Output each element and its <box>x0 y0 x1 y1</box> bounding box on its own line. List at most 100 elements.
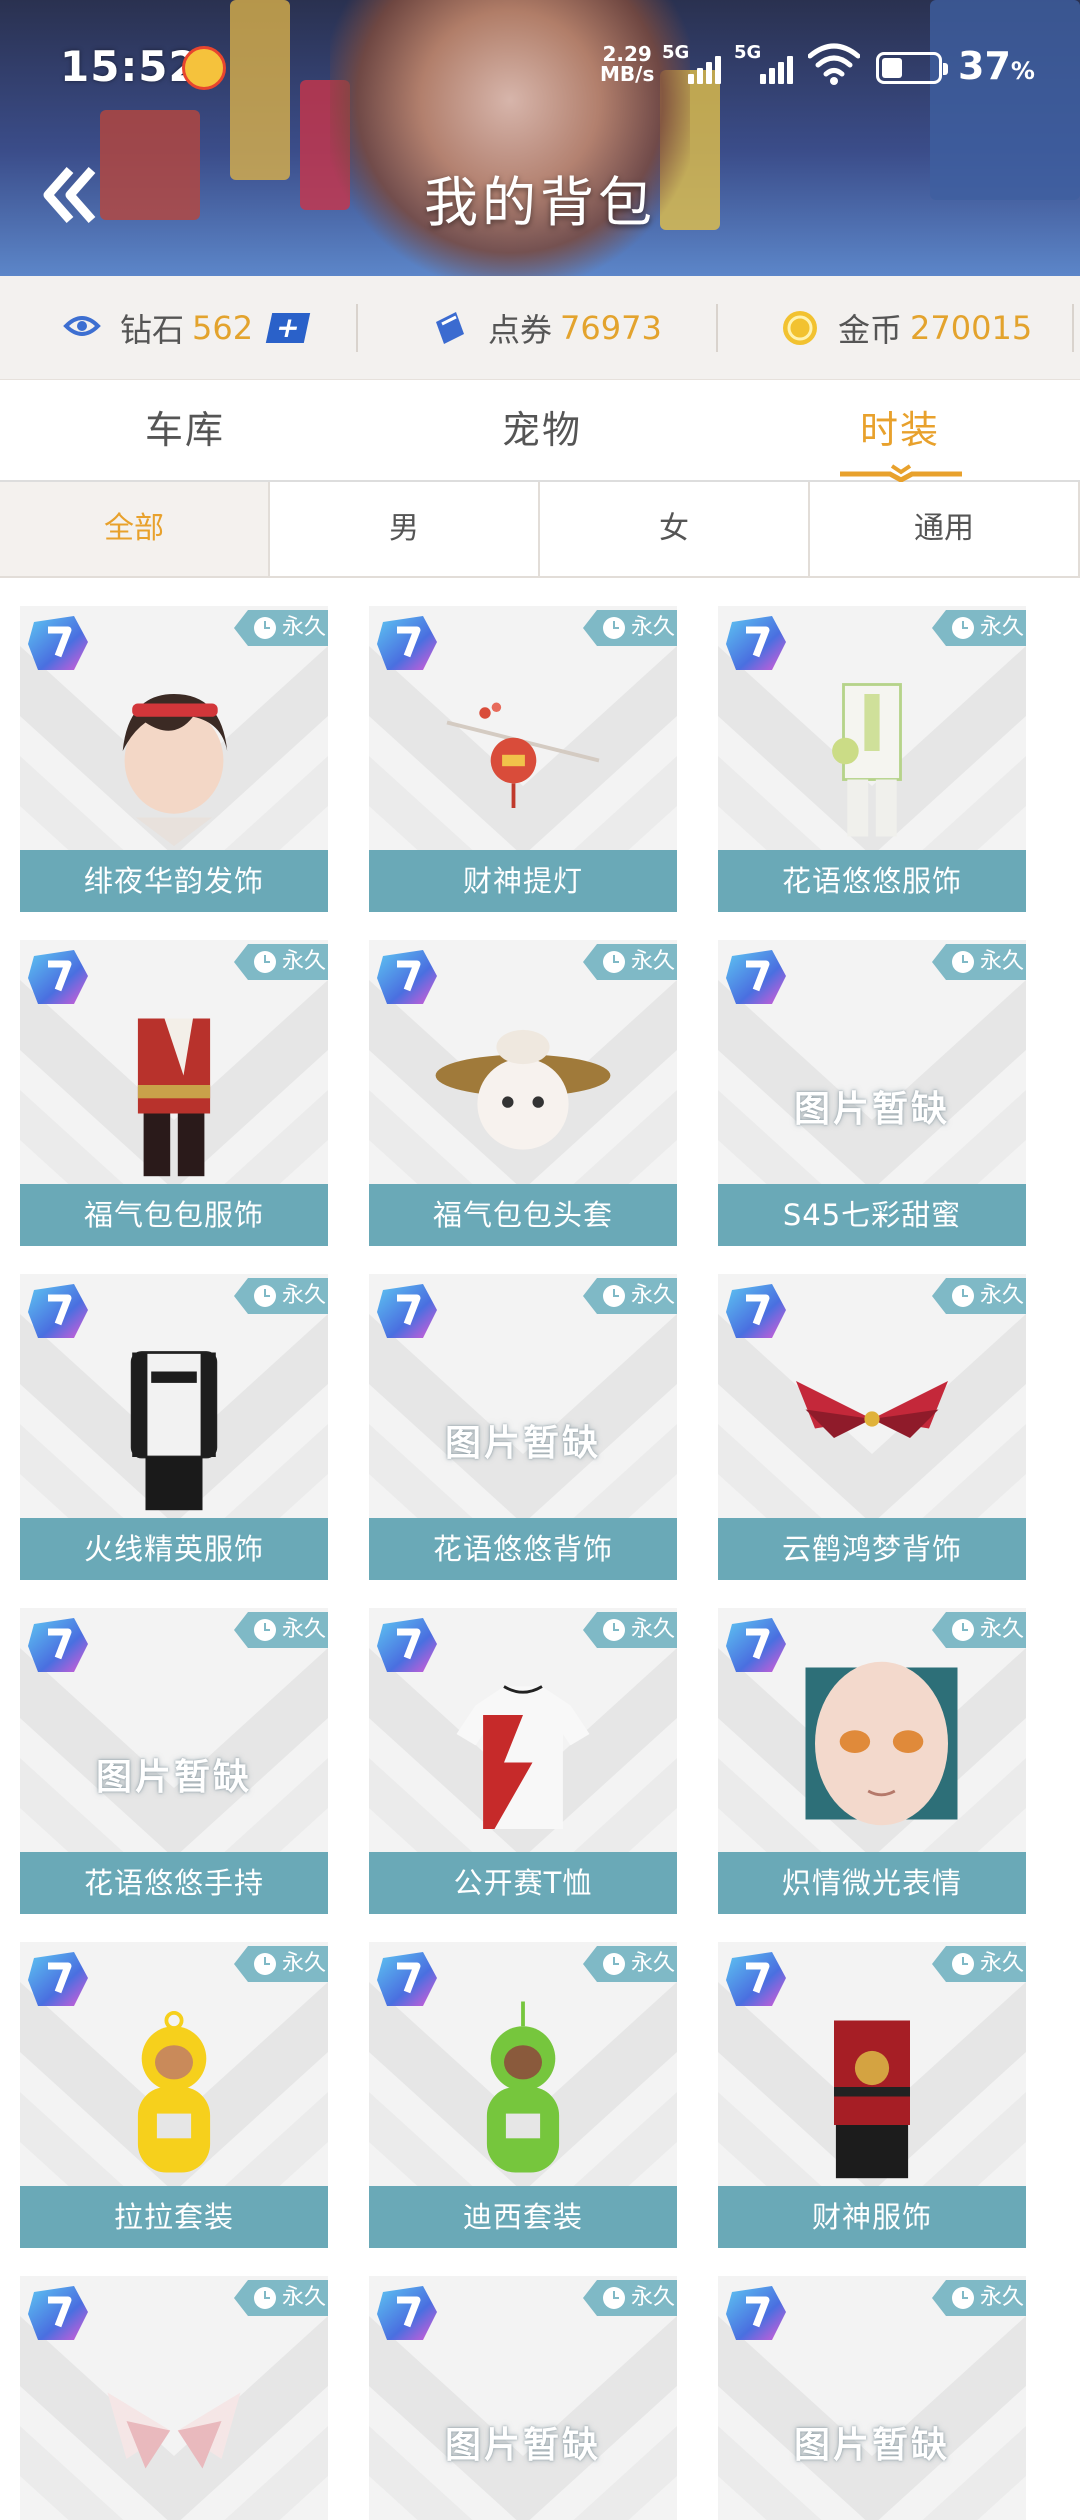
level-badge-icon <box>377 1952 437 2006</box>
currency-coupon: 点券 76973 <box>430 276 662 380</box>
permanent-tag: 永久 <box>931 2280 1026 2316</box>
diamond-amount: 562 <box>192 309 254 347</box>
item-card[interactable]: 永久 财神提灯 <box>369 606 677 912</box>
clock-icon <box>253 1953 276 1975</box>
item-name: 福气包包头套 <box>369 1184 677 1246</box>
item-name: 财神服饰 <box>718 2186 1026 2248</box>
filter-female[interactable]: 女 <box>540 482 810 576</box>
item-card[interactable]: 图片暂缺 永久 花语悠悠背饰 <box>369 1274 677 1580</box>
clock-icon <box>951 617 974 639</box>
signal-icon: 5G <box>734 42 804 84</box>
divider <box>356 304 358 352</box>
permanent-tag: 永久 <box>582 944 677 980</box>
item-name: 绯夜华韵发饰 <box>20 850 328 912</box>
filter-all[interactable]: 全部 <box>0 482 270 576</box>
image-missing-text: 图片暂缺 <box>444 2425 601 2466</box>
gender-filters: 全部 男 女 通用 <box>0 482 1080 578</box>
item-card[interactable]: 永久 云鹤鸿梦背饰 <box>718 1274 1026 1580</box>
item-name: 花语悠悠手持 <box>20 1852 328 1914</box>
coupon-amount: 76973 <box>560 309 662 347</box>
level-badge-icon <box>28 616 88 670</box>
level-badge-icon <box>726 950 786 1004</box>
item-image <box>130 1351 218 1511</box>
item-name: 迪西套装 <box>369 2186 677 2248</box>
item-card[interactable]: 永久 <box>20 2276 328 2520</box>
item-card[interactable]: 图片暂缺 永久 S45七彩甜蜜 <box>718 940 1026 1246</box>
item-name: 财神提灯 <box>369 850 677 912</box>
level-badge-icon <box>726 1284 786 1338</box>
clock-icon <box>602 2287 625 2309</box>
status-time: 15:52 <box>60 42 199 91</box>
permanent-tag: 永久 <box>931 1278 1026 1314</box>
filter-universal[interactable]: 通用 <box>810 482 1080 576</box>
clock-icon <box>253 1619 276 1641</box>
item-image <box>832 683 902 837</box>
wifi-icon <box>808 43 860 85</box>
item-card[interactable]: 图片暂缺 永久 <box>369 2276 677 2520</box>
item-card[interactable]: 永久 火线精英服饰 <box>20 1274 328 1580</box>
level-badge-icon <box>28 950 88 1004</box>
item-grid: 永久 绯夜华韵发饰 永久 财神提灯 永久 花语悠悠服饰 永久 福气包包服饰 永久 福气包包头套 图片… <box>0 578 1080 2520</box>
permanent-tag: 永久 <box>582 1278 677 1314</box>
permanent-tag: 永久 <box>233 2280 328 2316</box>
item-card[interactable]: 永久福气包包头套 <box>369 940 677 1246</box>
battery-icon <box>876 52 948 84</box>
status-bar: 15:52 2.29 MB/s 5G 5G 37% <box>0 38 1080 102</box>
add-diamond-button[interactable]: + <box>265 311 311 344</box>
permanent-tag: 永久 <box>233 1946 328 1982</box>
level-badge-icon <box>726 1952 786 2006</box>
permanent-tag: 永久 <box>582 1612 677 1648</box>
clock-icon <box>253 951 276 973</box>
item-card[interactable]: 永久 财神服饰 <box>718 1942 1026 2248</box>
network-speed: 2.29 MB/s <box>600 42 655 86</box>
item-card[interactable]: 永久迪西套装 <box>369 1942 677 2248</box>
permanent-tag: 永久 <box>582 1946 677 1982</box>
item-card[interactable]: 永久绯夜华韵发饰 <box>20 606 328 912</box>
item-card[interactable]: 永久拉拉套装 <box>20 1942 328 2248</box>
battery-percent: 37% <box>958 44 1035 88</box>
item-name: 拉拉套装 <box>20 2186 328 2248</box>
item-card[interactable]: 永久花语悠悠服饰 <box>718 606 1026 912</box>
header-banner: 15:52 2.29 MB/s 5G 5G 37% 我的背包 <box>0 0 1080 276</box>
image-missing-text: 图片暂缺 <box>793 2425 950 2466</box>
level-badge-icon <box>28 2286 88 2340</box>
item-image <box>486 2001 560 2173</box>
level-badge-icon <box>28 1618 88 1672</box>
diamond-icon <box>63 316 101 336</box>
item-card[interactable]: 图片暂缺 永久 <box>718 2276 1026 2520</box>
item-card[interactable]: 永久公开赛T恤 <box>369 1608 677 1914</box>
permanent-tag: 永久 <box>931 610 1026 646</box>
item-name: S45七彩甜蜜 <box>718 1184 1026 1246</box>
currency-bar: 钻石 562 + 点券 76973 金币 270015 <box>0 276 1080 380</box>
image-missing-text: 图片暂缺 <box>793 1089 950 1130</box>
image-missing-text: 图片暂缺 <box>444 1423 601 1464</box>
item-card[interactable]: 永久 福气包包服饰 <box>20 940 328 1246</box>
filter-male[interactable]: 男 <box>270 482 540 576</box>
item-image <box>107 2392 241 2469</box>
coupon-icon <box>436 312 464 344</box>
gold-coin-icon <box>783 311 817 345</box>
item-image <box>456 1685 590 1829</box>
tab-pets[interactable]: 宠物 <box>362 380 722 482</box>
level-badge-icon <box>377 1618 437 1672</box>
tab-garage[interactable]: 车库 <box>5 380 365 482</box>
level-badge-icon <box>726 616 786 670</box>
level-badge-icon <box>726 1618 786 1672</box>
item-name: 花语悠悠服饰 <box>718 850 1026 912</box>
clock-icon <box>602 1285 625 1307</box>
item-card[interactable]: 图片暂缺 永久 花语悠悠手持 <box>20 1608 328 1914</box>
item-image <box>834 2020 910 2179</box>
item-card[interactable]: 永久 炽情微光表情 <box>718 1608 1026 1914</box>
level-badge-icon <box>377 950 437 1004</box>
signal-icon: 5G <box>662 42 732 84</box>
level-badge-icon <box>28 1952 88 2006</box>
level-badge-icon <box>377 2286 437 2340</box>
clock-icon <box>602 1619 625 1641</box>
permanent-tag: 永久 <box>233 1612 328 1648</box>
clock-icon <box>951 1953 974 1975</box>
permanent-tag: 永久 <box>233 1278 328 1314</box>
permanent-tag: 永久 <box>233 610 328 646</box>
clock-icon <box>602 1953 625 1975</box>
item-name: 公开赛T恤 <box>369 1852 677 1914</box>
item-image <box>446 702 600 808</box>
